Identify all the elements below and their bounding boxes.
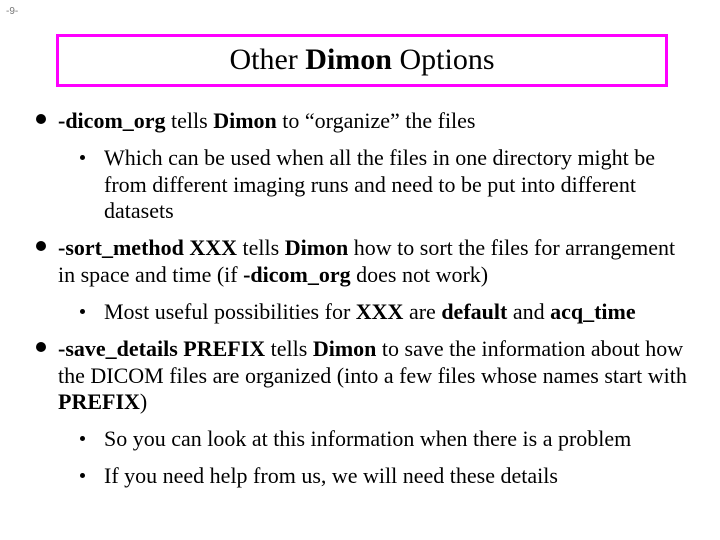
title-box: Other Dimon Options xyxy=(56,34,668,87)
bullet-level1: -dicom_org tells Dimon to “organize” the… xyxy=(30,108,690,135)
bullet-disc-icon xyxy=(36,241,46,251)
bullet-level2: Most useful possibilities for XXX are de… xyxy=(30,299,690,326)
bullet-level2: If you need help from us, we will need t… xyxy=(30,463,690,490)
text: and xyxy=(507,299,550,324)
bold-text: -save_details PREFIX xyxy=(58,336,265,361)
bullet-text: -dicom_org tells Dimon to “organize” the… xyxy=(58,108,476,133)
text: ) xyxy=(140,389,147,414)
bullet-dot-icon xyxy=(80,436,85,441)
content-area: -dicom_org tells Dimon to “organize” the… xyxy=(30,98,690,492)
bold-text: default xyxy=(441,299,507,324)
subbullet-text: Most useful possibilities for XXX are de… xyxy=(104,299,636,324)
subbullet-text: If you need help from us, we will need t… xyxy=(104,463,558,488)
bold-text: Dimon xyxy=(285,235,349,260)
title-bold: Dimon xyxy=(305,43,392,76)
bullet-level2: So you can look at this information when… xyxy=(30,426,690,453)
text: are xyxy=(403,299,441,324)
bullet-disc-icon xyxy=(36,342,46,352)
text: Most useful possibilities for xyxy=(104,299,356,324)
text: tells xyxy=(265,336,313,361)
subbullet-text: Which can be used when all the files in … xyxy=(104,145,655,224)
bullet-text: -sort_method XXX tells Dimon how to sort… xyxy=(58,235,675,287)
text: tells xyxy=(166,108,214,133)
bullet-level1: -sort_method XXX tells Dimon how to sort… xyxy=(30,235,690,289)
text: Which can be used when all the files in … xyxy=(104,145,655,224)
page-number: -9- xyxy=(6,6,18,17)
bullet-level2: Which can be used when all the files in … xyxy=(30,145,690,225)
bullet-dot-icon xyxy=(80,155,85,160)
bullet-dot-icon xyxy=(80,309,85,314)
bullet-text: -save_details PREFIX tells Dimon to save… xyxy=(58,336,687,415)
title-post: Options xyxy=(392,43,495,76)
slide-title: Other Dimon Options xyxy=(229,43,494,76)
bold-text: -sort_method XXX xyxy=(58,235,237,260)
slide: -9- Other Dimon Options -dicom_org tells… xyxy=(0,0,720,540)
bullet-disc-icon xyxy=(36,114,46,124)
text: does not work) xyxy=(351,262,488,287)
bold-text: -dicom_org xyxy=(58,108,166,133)
text: to “organize” the files xyxy=(277,108,476,133)
subbullet-text: So you can look at this information when… xyxy=(104,426,631,451)
bullet-dot-icon xyxy=(80,473,85,478)
bold-text: Dimon xyxy=(213,108,277,133)
text: If you need help from us, we will need t… xyxy=(104,463,558,488)
text: So you can look at this information when… xyxy=(104,426,631,451)
title-pre: Other xyxy=(229,43,305,76)
text: tells xyxy=(237,235,285,260)
bold-text: PREFIX xyxy=(58,389,140,414)
bold-text: Dimon xyxy=(313,336,377,361)
bold-text: -dicom_org xyxy=(243,262,351,287)
bold-text: acq_time xyxy=(550,299,636,324)
bold-text: XXX xyxy=(356,299,404,324)
bullet-level1: -save_details PREFIX tells Dimon to save… xyxy=(30,336,690,416)
